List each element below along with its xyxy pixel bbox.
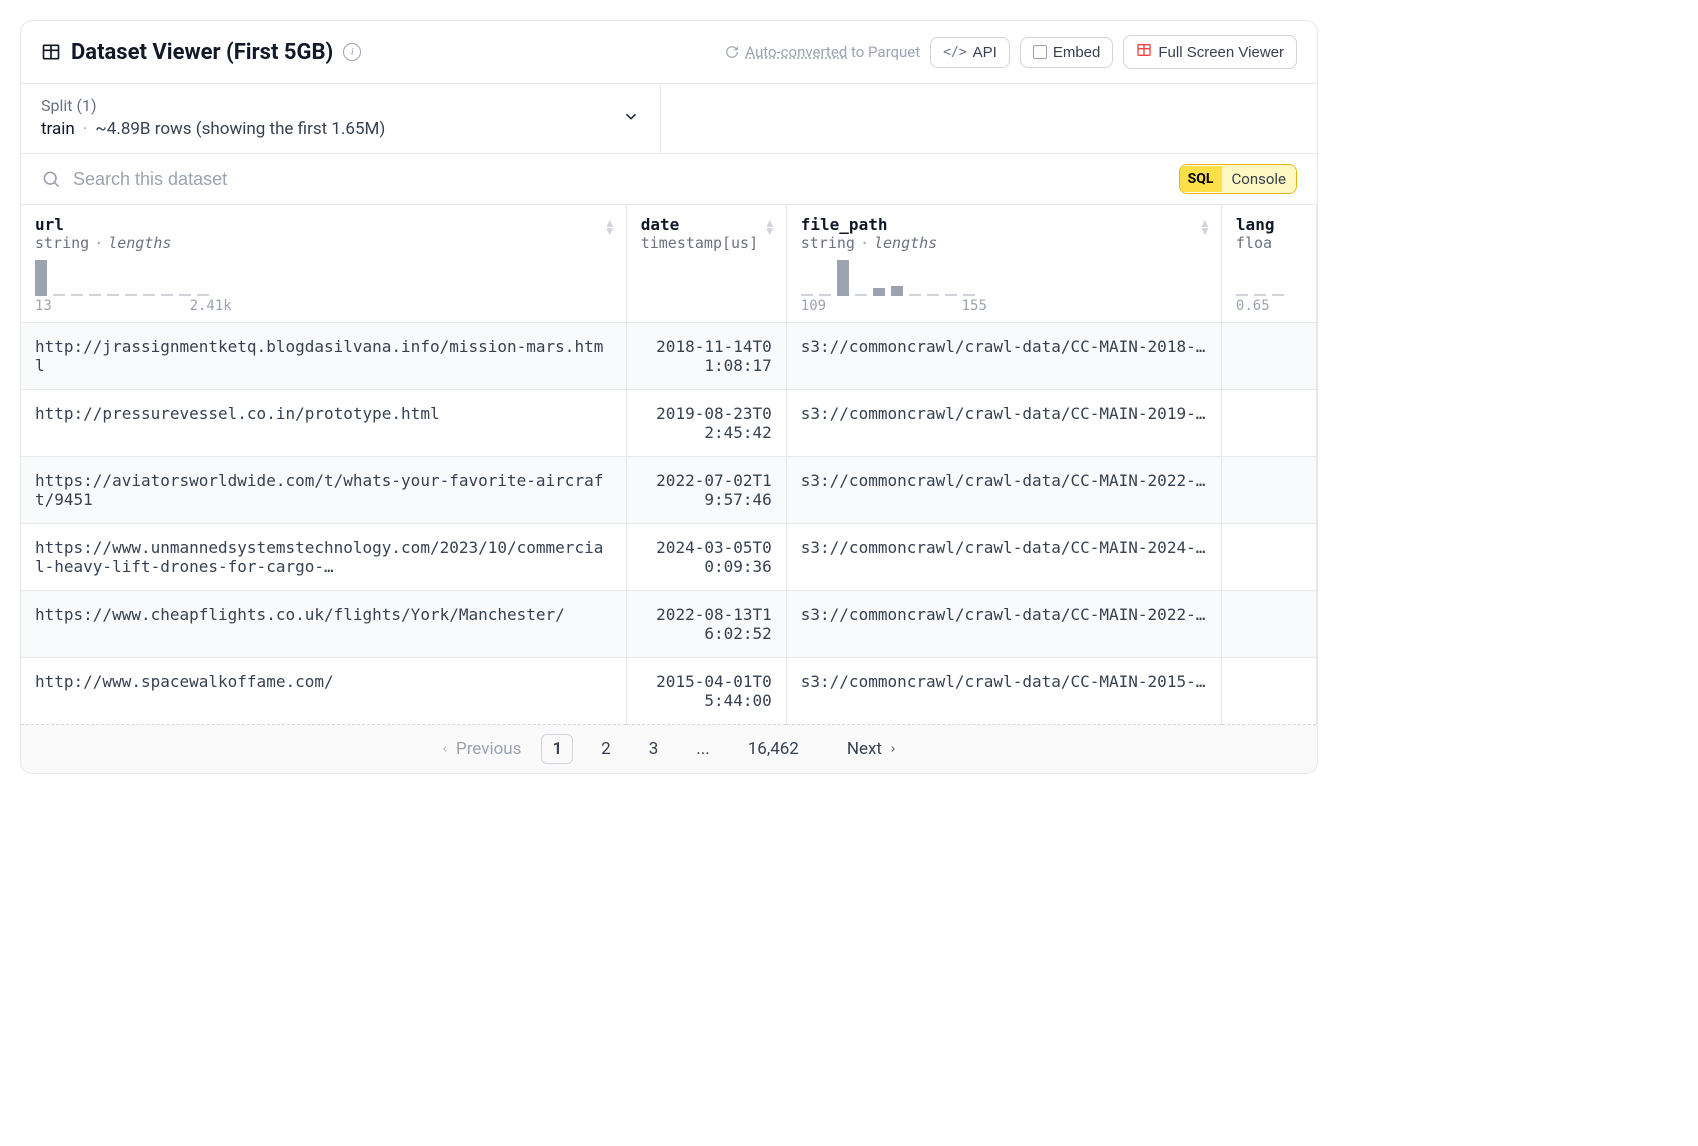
search-row: SQL Console (21, 154, 1317, 205)
histogram (1236, 258, 1302, 296)
column-header-filepath[interactable]: file_path string·lengths ▲▼ 109155 (786, 205, 1221, 323)
copy-icon (1033, 45, 1047, 59)
page-number[interactable]: 2 (591, 735, 621, 763)
table-row[interactable]: https://www.cheapflights.co.uk/flights/Y… (21, 591, 1317, 658)
auto-converted-link[interactable]: Auto-converted to Parquet (725, 43, 920, 61)
cell-lang (1221, 658, 1316, 725)
cell-lang (1221, 457, 1316, 524)
page-number[interactable]: 3 (639, 735, 669, 763)
sql-console-button[interactable]: SQL Console (1179, 164, 1297, 194)
cell-url: http://pressurevessel.co.in/prototype.ht… (21, 390, 626, 457)
page-number[interactable]: 1 (541, 734, 573, 764)
cell-date: 2019-08-23T02:45:42 (626, 390, 786, 457)
data-table: url string·lengths ▲▼ 132.41k date times… (21, 205, 1317, 725)
split-selector[interactable]: Split (1) train·~4.89B rows (showing the… (21, 84, 661, 153)
column-header-url[interactable]: url string·lengths ▲▼ 132.41k (21, 205, 626, 323)
chevron-down-icon (622, 107, 640, 130)
table-row[interactable]: http://www.spacewalkoffame.com/2015-04-0… (21, 658, 1317, 725)
dataset-viewer-panel: Dataset Viewer (First 5GB) i Auto-conver… (20, 20, 1318, 774)
table-row[interactable]: https://aviatorsworldwide.com/t/whats-yo… (21, 457, 1317, 524)
cell-filepath: s3://commoncrawl/crawl-data/CC-MAIN-2019… (786, 390, 1221, 457)
split-name: train (41, 119, 75, 139)
cell-lang (1221, 591, 1316, 658)
fullscreen-button[interactable]: Full Screen Viewer (1123, 35, 1297, 69)
cell-url: http://jrassignmentketq.blogdasilvana.in… (21, 323, 626, 390)
cell-date: 2022-07-02T19:57:46 (626, 457, 786, 524)
sort-icon: ▲▼ (604, 219, 616, 235)
embed-button[interactable]: Embed (1020, 37, 1114, 68)
cell-filepath: s3://commoncrawl/crawl-data/CC-MAIN-2018… (786, 323, 1221, 390)
previous-button[interactable]: Previous (440, 739, 521, 759)
cell-date: 2024-03-05T00:09:36 (626, 524, 786, 591)
table-icon (41, 42, 61, 62)
cell-date: 2018-11-14T01:08:17 (626, 323, 786, 390)
page-number[interactable]: 16,462 (738, 735, 809, 763)
api-button[interactable]: </> API (930, 37, 1010, 68)
refresh-icon (725, 45, 739, 59)
chevron-right-icon (888, 742, 898, 756)
next-button[interactable]: Next (847, 739, 898, 759)
page-ellipsis: ... (686, 735, 719, 763)
table-row[interactable]: http://pressurevessel.co.in/prototype.ht… (21, 390, 1317, 457)
cell-filepath: s3://commoncrawl/crawl-data/CC-MAIN-2022… (786, 591, 1221, 658)
column-header-lang[interactable]: lang floa 0.65 (1221, 205, 1316, 323)
cell-lang (1221, 524, 1316, 591)
cell-url: https://aviatorsworldwide.com/t/whats-yo… (21, 457, 626, 524)
sort-icon: ▲▼ (1199, 219, 1211, 235)
search-icon (41, 169, 61, 189)
split-selector-row: Split (1) train·~4.89B rows (showing the… (21, 84, 1317, 154)
split-label: Split (1) (41, 96, 640, 115)
header: Dataset Viewer (First 5GB) i Auto-conver… (21, 21, 1317, 84)
histogram (35, 258, 612, 296)
pagination: Previous 123... 16,462 Next (21, 725, 1317, 773)
cell-date: 2015-04-01T05:44:00 (626, 658, 786, 725)
column-header-date[interactable]: date timestamp[us] ▲▼ (626, 205, 786, 323)
cell-lang (1221, 323, 1316, 390)
page-title: Dataset Viewer (First 5GB) (71, 40, 333, 65)
chevron-left-icon (440, 742, 450, 756)
code-icon: </> (943, 45, 966, 60)
fullscreen-icon (1136, 42, 1152, 62)
cell-url: https://www.cheapflights.co.uk/flights/Y… (21, 591, 626, 658)
cell-url: http://www.spacewalkoffame.com/ (21, 658, 626, 725)
cell-url: https://www.unmannedsystemstechnology.co… (21, 524, 626, 591)
info-icon[interactable]: i (343, 43, 361, 61)
cell-filepath: s3://commoncrawl/crawl-data/CC-MAIN-2015… (786, 658, 1221, 725)
table-row[interactable]: https://www.unmannedsystemstechnology.co… (21, 524, 1317, 591)
cell-filepath: s3://commoncrawl/crawl-data/CC-MAIN-2022… (786, 457, 1221, 524)
table-row[interactable]: http://jrassignmentketq.blogdasilvana.in… (21, 323, 1317, 390)
cell-lang (1221, 390, 1316, 457)
search-input[interactable] (73, 169, 1167, 190)
histogram (801, 258, 1207, 296)
cell-date: 2022-08-13T16:02:52 (626, 591, 786, 658)
sort-icon: ▲▼ (764, 219, 776, 235)
cell-filepath: s3://commoncrawl/crawl-data/CC-MAIN-2024… (786, 524, 1221, 591)
split-rows: ~4.89B rows (showing the first 1.65M) (95, 119, 385, 139)
